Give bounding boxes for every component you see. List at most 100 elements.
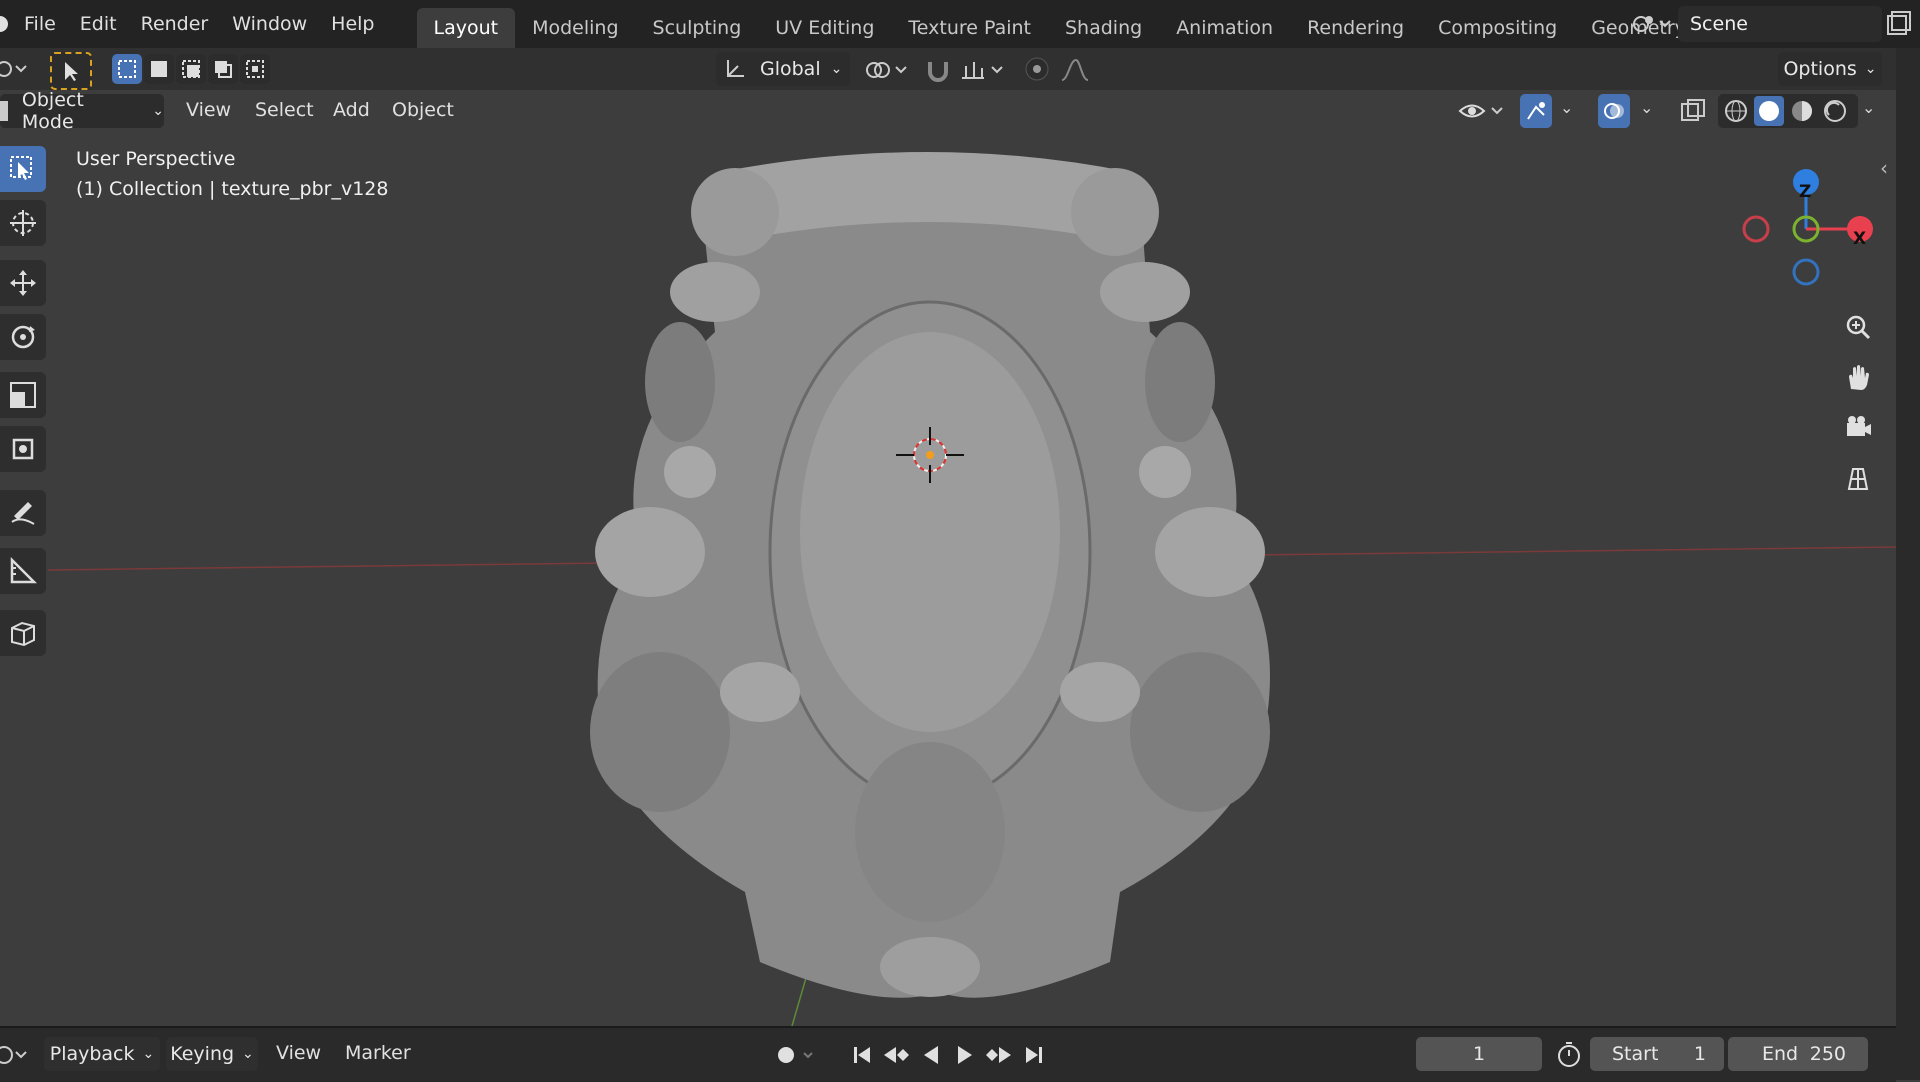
select-invert-icon[interactable] — [208, 54, 238, 84]
select-extend-icon[interactable] — [144, 54, 174, 84]
zoom-icon[interactable] — [1836, 306, 1880, 350]
stopwatch-icon[interactable] — [1554, 1040, 1584, 1070]
viewport-3d[interactable]: User Perspective (1) Collection | textur… — [0, 132, 1896, 1026]
active-tool-button[interactable] — [50, 52, 92, 90]
menu-object[interactable]: Object — [392, 99, 454, 121]
visibility-eye-icon[interactable] — [1456, 96, 1508, 126]
scene-field[interactable]: Scene — [1678, 6, 1882, 42]
object-mode-icon — [0, 101, 8, 121]
chevron-left-icon[interactable]: ‹ — [1880, 156, 1888, 180]
timeline-view-menu[interactable]: View — [276, 1042, 321, 1064]
select-subtract-icon[interactable] — [176, 54, 206, 84]
menu-select[interactable]: Select — [255, 99, 314, 121]
keying-menu[interactable]: Keying ⌄ — [166, 1037, 258, 1071]
xray-toggle-icon[interactable] — [1678, 96, 1708, 126]
hand-icon[interactable] — [1836, 356, 1880, 400]
menu-edit[interactable]: Edit — [68, 0, 129, 48]
tab-rendering[interactable]: Rendering — [1290, 8, 1421, 48]
move-icon[interactable] — [0, 260, 46, 306]
cursor-icon[interactable] — [0, 200, 46, 246]
end-frame-field[interactable]: End 250 — [1728, 1037, 1868, 1071]
timeline-marker-menu[interactable]: Marker — [345, 1042, 411, 1064]
navigation-gizmo[interactable]: Z X — [1736, 144, 1892, 294]
chevron-down-icon: ⌄ — [152, 103, 164, 119]
jump-end-icon[interactable] — [1018, 1040, 1048, 1070]
rotate-icon[interactable] — [0, 314, 46, 360]
rendered-shading-icon[interactable] — [1820, 96, 1850, 126]
scene-type-icon[interactable] — [1628, 8, 1672, 40]
add-cube-icon[interactable] — [0, 610, 46, 656]
auto-keying-icon[interactable] — [772, 1041, 820, 1069]
tab-modeling[interactable]: Modeling — [515, 8, 635, 48]
select-box-icon[interactable] — [0, 146, 46, 192]
pivot-point-icon[interactable] — [862, 56, 912, 84]
menu-window[interactable]: Window — [220, 0, 319, 48]
start-frame-field[interactable]: Start 1 — [1590, 1037, 1724, 1071]
orientation-axes-icon — [727, 60, 744, 77]
properties-edge-strip[interactable] — [1896, 48, 1920, 1080]
wireframe-shading-icon[interactable] — [1721, 96, 1751, 126]
select-intersect-icon[interactable] — [240, 54, 270, 84]
options-dropdown[interactable]: Options ⌄ — [1778, 52, 1882, 86]
chevron-down-icon[interactable]: ⌄ — [1560, 98, 1573, 117]
falloff-curve-icon[interactable] — [1058, 56, 1108, 84]
collection-info-label: (1) Collection | texture_pbr_v128 — [76, 178, 389, 200]
gizmo-z-label: Z — [1799, 182, 1812, 202]
jump-start-icon[interactable] — [848, 1040, 878, 1070]
jump-keyframe-back-icon[interactable] — [880, 1040, 914, 1070]
start-value: 1 — [1693, 1043, 1706, 1065]
end-value: 250 — [1809, 1043, 1846, 1065]
overlays-toggle-icon[interactable] — [1598, 94, 1630, 128]
jump-keyframe-forward-icon[interactable] — [982, 1040, 1016, 1070]
grid-icon[interactable] — [1836, 456, 1880, 500]
viewport-canvas — [47, 152, 1896, 1026]
editor-type-icon[interactable] — [0, 54, 30, 84]
select-set-icon[interactable] — [112, 54, 142, 84]
tab-compositing[interactable]: Compositing — [1421, 8, 1574, 48]
tab-uv-editing[interactable]: UV Editing — [758, 8, 891, 48]
tab-animation[interactable]: Animation — [1159, 8, 1290, 48]
transform-icon[interactable] — [0, 426, 46, 472]
mode-label: Object Mode — [21, 89, 84, 133]
blender-logo-icon[interactable] — [0, 0, 12, 48]
menu-add[interactable]: Add — [333, 99, 370, 121]
menu-render[interactable]: Render — [129, 0, 221, 48]
chevron-down-icon[interactable]: ⌄ — [1640, 98, 1653, 117]
menu-file[interactable]: File — [12, 0, 68, 48]
mode-dropdown[interactable]: Object Mode ⌄ — [0, 89, 164, 133]
proportional-edit-icon[interactable] — [1022, 54, 1052, 84]
camera-icon[interactable] — [1836, 406, 1880, 450]
play-icon[interactable] — [950, 1040, 980, 1070]
solid-shading-icon[interactable] — [1754, 96, 1784, 126]
measure-icon[interactable] — [0, 548, 46, 594]
transform-orientation-dropdown[interactable]: Global ⌄ — [716, 52, 850, 86]
keying-label: Keying — [170, 1043, 235, 1065]
tab-shading[interactable]: Shading — [1048, 8, 1159, 48]
view-name-label: User Perspective — [76, 148, 236, 170]
chevron-down-icon: ⌄ — [1864, 61, 1877, 77]
play-reverse-icon[interactable] — [916, 1040, 946, 1070]
scale-icon[interactable] — [0, 372, 46, 418]
left-toolbar — [0, 140, 48, 700]
gizmo-toggle-icon[interactable] — [1520, 94, 1552, 128]
annotate-icon[interactable] — [0, 490, 46, 536]
viewport-header: Object Mode ⌄ View Select Add Object ⌄ ⌄… — [0, 89, 1896, 133]
playback-menu[interactable]: Playback ⌄ — [44, 1037, 160, 1071]
snap-target-icon[interactable] — [958, 56, 1008, 84]
chevron-down-icon[interactable]: ⌄ — [1862, 98, 1875, 117]
menu-help[interactable]: Help — [319, 0, 386, 48]
tab-sculpting[interactable]: Sculpting — [636, 8, 759, 48]
material-shading-icon[interactable] — [1787, 96, 1817, 126]
tab-texture-paint[interactable]: Texture Paint — [891, 8, 1048, 48]
shading-mode-group — [1718, 94, 1858, 128]
current-frame-field[interactable]: 1 — [1416, 1037, 1542, 1071]
snap-magnet-icon[interactable] — [924, 56, 954, 84]
selection-mode-group — [112, 54, 280, 86]
menu-view[interactable]: View — [186, 99, 231, 121]
new-scene-icon[interactable] — [1884, 10, 1912, 38]
tab-layout[interactable]: Layout — [416, 8, 516, 48]
playback-label: Playback — [49, 1043, 135, 1065]
timeline-editor-icon[interactable] — [0, 1040, 30, 1070]
chevron-down-icon: ⌄ — [142, 1046, 155, 1062]
select-cursor-icon — [65, 62, 78, 81]
